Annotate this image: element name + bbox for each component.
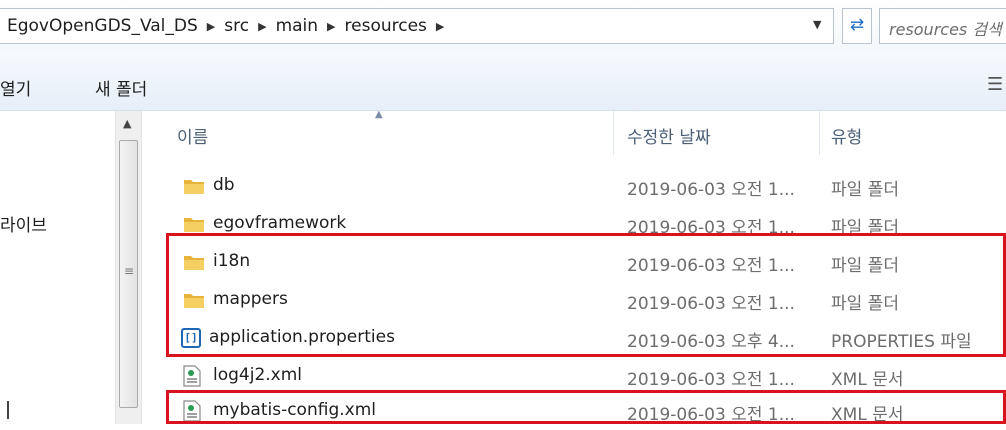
file-name: i18n — [213, 251, 251, 271]
sort-ascending-icon: ▲ — [375, 109, 383, 120]
column-header-row: ▲ 이름 수정한 날짜 유형 — [143, 109, 1006, 155]
file-type: XML 문서 — [831, 405, 904, 425]
grip-icon: ≡ — [124, 264, 135, 278]
folder-icon — [184, 294, 204, 308]
file-type: 파일 폴더 — [831, 256, 899, 276]
xml-file-icon — [183, 400, 201, 422]
file-row-egovframework[interactable]: egovframework 2019-06-03 오전 1... 파일 폴더 — [143, 205, 1006, 243]
file-date: 2019-06-03 오전 1... — [627, 294, 795, 314]
file-name: application.properties — [209, 327, 395, 347]
file-type: 파일 폴더 — [831, 218, 899, 238]
file-row-application-properties[interactable]: [] application.properties 2019-06-03 오후 … — [143, 319, 1006, 357]
chevron-down-icon[interactable]: ▼ — [813, 18, 821, 31]
file-date: 2019-06-03 오전 1... — [627, 370, 795, 390]
scroll-up-arrow-icon[interactable]: ▲ — [123, 117, 131, 130]
column-divider[interactable] — [819, 111, 820, 155]
file-type: 파일 폴더 — [831, 180, 899, 200]
open-button[interactable]: 열기 — [0, 75, 31, 100]
file-date: 2019-06-03 오전 1... — [627, 256, 795, 276]
refresh-icon: ⇄ — [849, 15, 865, 35]
file-date: 2019-06-03 오전 1... — [627, 405, 795, 425]
file-name: mybatis-config.xml — [213, 400, 376, 420]
nav-item-partial[interactable] — [7, 401, 9, 419]
file-name: log4j2.xml — [213, 365, 303, 385]
breadcrumb-item[interactable]: EgovOpenGDS_Val_DS — [7, 16, 198, 36]
file-date: 2019-06-03 오전 1... — [627, 218, 795, 238]
folder-icon — [184, 218, 204, 232]
chevron-right-icon[interactable]: ▶ — [436, 20, 444, 33]
file-type: 파일 폴더 — [831, 294, 899, 314]
chevron-right-icon[interactable]: ▶ — [327, 20, 335, 33]
breadcrumb-item[interactable]: resources — [345, 16, 427, 36]
navigation-pane: 라이브 — [0, 111, 115, 424]
breadcrumb-item[interactable]: src — [224, 16, 249, 36]
column-divider[interactable] — [613, 111, 614, 155]
view-options-icon[interactable]: ☰ — [987, 74, 1003, 95]
file-row-log4j2[interactable]: log4j2.xml 2019-06-03 오전 1... XML 문서 — [143, 357, 1006, 395]
column-header-type[interactable]: 유형 — [831, 123, 862, 148]
file-row-i18n[interactable]: i18n 2019-06-03 오전 1... 파일 폴더 — [143, 243, 1006, 281]
new-folder-button[interactable]: 새 폴더 — [95, 75, 147, 100]
breadcrumb-item[interactable]: main — [276, 16, 318, 36]
properties-file-icon: [] — [181, 328, 201, 348]
search-placeholder: resources 검색 — [889, 20, 1002, 39]
folder-icon — [184, 180, 204, 194]
address-bar-area: EgovOpenGDS_Val_DS ▶ src ▶ main ▶ resources ▶ ▼… — [0, 0, 1006, 52]
address-bar[interactable]: EgovOpenGDS_Val_DS ▶ src ▶ main ▶ resources ▶ ▼ — [0, 8, 834, 44]
search-input[interactable]: resources 검색 — [879, 8, 1006, 44]
chevron-right-icon[interactable]: ▶ — [258, 20, 266, 33]
file-name: egovframework — [213, 213, 347, 233]
column-header-name[interactable]: 이름 — [177, 123, 208, 148]
file-list: ▲ 이름 수정한 날짜 유형 db 2019-06-03 오전 1... 파일 … — [143, 109, 1006, 425]
breadcrumb: EgovOpenGDS_Val_DS ▶ src ▶ main ▶ resources ▶ — [7, 16, 453, 36]
scrollbar-thumb[interactable]: ≡ — [119, 140, 138, 408]
file-row-mappers[interactable]: mappers 2019-06-03 오전 1... 파일 폴더 — [143, 281, 1006, 319]
refresh-button[interactable]: ⇄ — [842, 8, 872, 44]
file-date: 2019-06-03 오전 1... — [627, 180, 795, 200]
column-header-date[interactable]: 수정한 날짜 — [627, 123, 711, 148]
chevron-right-icon[interactable]: ▶ — [207, 20, 215, 33]
xml-file-icon — [183, 365, 201, 387]
file-row-db[interactable]: db 2019-06-03 오전 1... 파일 폴더 — [143, 167, 1006, 205]
nav-item-library[interactable]: 라이브 — [0, 211, 47, 236]
file-name: mappers — [213, 289, 288, 309]
file-type: PROPERTIES 파일 — [831, 332, 972, 352]
command-bar: 열기 새 폴더 ☰ — [0, 52, 1006, 111]
folder-icon — [184, 256, 204, 270]
nav-scrollbar[interactable]: ▲ ≡ — [115, 111, 142, 424]
file-type: XML 문서 — [831, 370, 904, 390]
file-row-mybatis-config[interactable]: mybatis-config.xml 2019-06-03 오전 1... XM… — [143, 392, 1006, 430]
file-date: 2019-06-03 오후 4... — [627, 332, 795, 352]
file-name: db — [213, 175, 235, 195]
